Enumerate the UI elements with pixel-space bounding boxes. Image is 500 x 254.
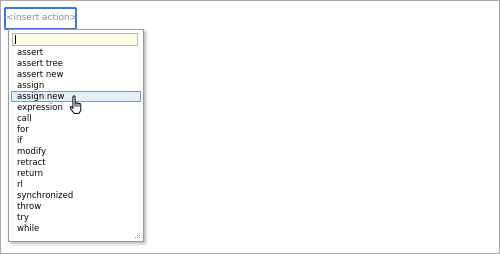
text-caret (15, 35, 16, 44)
action-list: assert assert tree assert new assign ass… (9, 47, 143, 234)
list-item-try[interactable]: try (11, 212, 141, 223)
resize-grip-icon[interactable] (134, 232, 141, 239)
list-item-for[interactable]: for (11, 124, 141, 135)
action-popup-menu: assert assert tree assert new assign ass… (8, 29, 144, 242)
list-item-assign[interactable]: assign (11, 80, 141, 91)
list-item-while[interactable]: while (11, 223, 141, 234)
list-item-synchronized[interactable]: synchronized (11, 190, 141, 201)
list-item-throw[interactable]: throw (11, 201, 141, 212)
list-item-rl[interactable]: rl (11, 179, 141, 190)
hand-pointer-cursor-icon (69, 95, 82, 114)
insert-action-button[interactable]: <insert action> (4, 7, 77, 30)
list-item-assert-tree[interactable]: assert tree (11, 58, 141, 69)
filter-input[interactable] (12, 33, 138, 46)
list-item-retract[interactable]: retract (11, 157, 141, 168)
list-item-assert-new[interactable]: assert new (11, 69, 141, 80)
list-item-return[interactable]: return (11, 168, 141, 179)
list-item-modify[interactable]: modify (11, 146, 141, 157)
list-item-assert[interactable]: assert (11, 47, 141, 58)
list-item-if[interactable]: if (11, 135, 141, 146)
